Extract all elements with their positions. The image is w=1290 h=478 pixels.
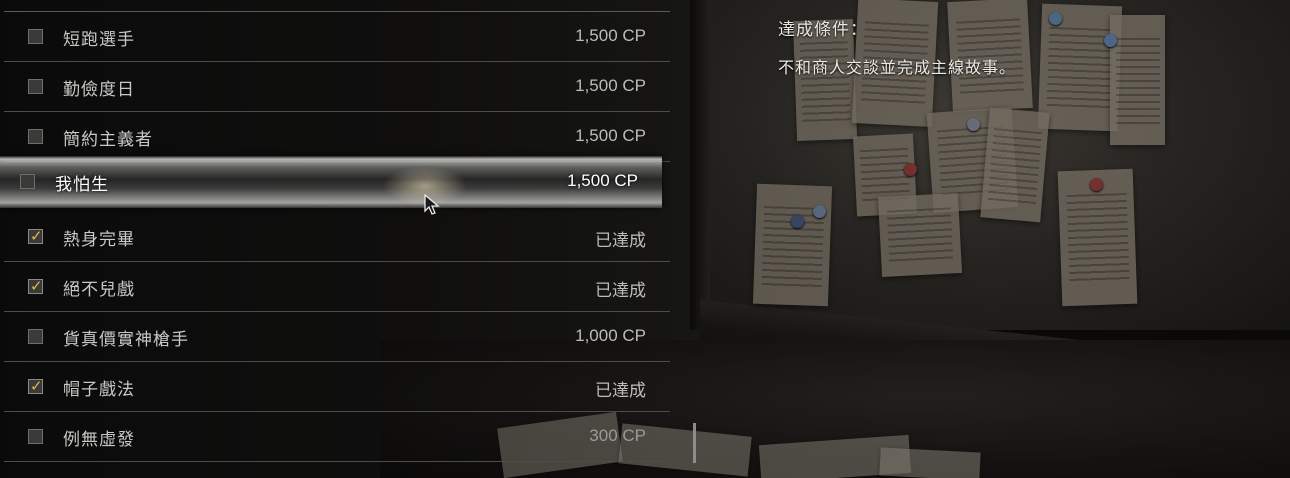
empty-checkbox-icon [20,174,35,189]
challenge-row[interactable]: ✓ 絕不兒戲 已達成 [4,262,670,312]
challenge-reward: 1,500 CP [575,76,646,95]
checkmark-icon: ✓ [30,227,43,245]
challenge-reward: 1,500 CP [575,126,646,145]
challenge-status: 已達成 [595,381,646,401]
challenge-row[interactable]: 貨真價實神槍手 1,000 CP [4,312,670,362]
challenge-detail-panel: 達成條件： 不和商人交談並完成主線故事。 [778,15,1258,78]
challenge-reward: 300 CP [589,426,646,445]
challenge-status: 已達成 [595,231,646,251]
checked-checkbox: ✓ [28,377,43,395]
empty-checkbox-icon [28,129,43,144]
checkmark-icon: ✓ [30,277,43,295]
scroll-indicator[interactable] [693,423,696,463]
challenge-row[interactable]: ✓ 帽子戲法 已達成 [4,362,670,412]
checked-checkbox: ✓ [28,227,43,245]
challenge-name: 例無虛發 [63,430,135,450]
challenge-reward: 1,500 CP [567,171,638,190]
challenge-reward: 1,500 CP [575,26,646,45]
empty-checkbox-icon [28,429,43,444]
detail-description: 不和商人交談並完成主線故事。 [778,58,1017,77]
empty-checkbox-icon [28,329,43,344]
challenge-reward: 1,000 CP [575,326,646,345]
challenge-list: 短跑選手 1,500 CP 勤儉度日 1,500 CP 簡約主義者 1,500 … [0,0,672,478]
empty-checkbox-icon [28,79,43,94]
challenge-name: 帽子戲法 [63,380,135,400]
challenge-name: 短跑選手 [63,30,135,50]
challenge-name: 勤儉度日 [63,80,135,100]
checkmark-icon: ✓ [30,377,43,395]
challenge-row[interactable]: 例無虛發 300 CP [4,412,670,462]
challenge-row[interactable]: 短跑選手 1,500 CP [4,12,670,62]
challenge-name: 貨真價實神槍手 [63,330,189,350]
challenge-name: 簡約主義者 [63,130,153,150]
challenge-row[interactable]: ✓ 熱身完畢 已達成 [4,212,670,262]
mouse-cursor-icon [424,194,440,215]
challenge-status: 已達成 [595,281,646,301]
challenge-row[interactable]: 勤儉度日 1,500 CP [4,62,670,112]
challenge-name: 我怕生 [55,175,109,195]
detail-title: 達成條件： [778,20,868,40]
challenge-row-selected[interactable]: 我怕生 1,500 CP [0,156,662,208]
empty-checkbox-icon [28,29,43,44]
challenge-name: 絕不兒戲 [63,280,135,300]
checked-checkbox: ✓ [28,277,43,295]
challenge-row[interactable]: 簡約主義者 1,500 CP [4,112,670,162]
challenge-name: 熱身完畢 [63,230,135,250]
